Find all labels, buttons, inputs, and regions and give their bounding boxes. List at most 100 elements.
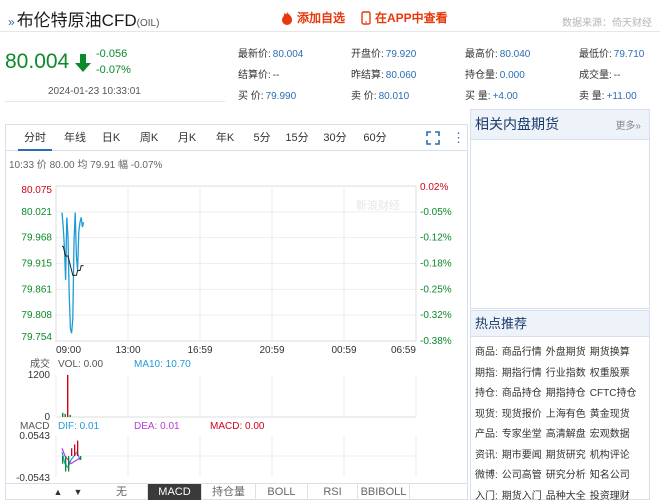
hot-link[interactable]: 外盘期货 bbox=[546, 347, 586, 358]
hot-link[interactable]: 公司高管 bbox=[502, 470, 542, 481]
hot-recommend-row: 微博: 公司高管 研究分析 知名公司 bbox=[475, 466, 630, 481]
quote-field: 昨结算: 80.060 bbox=[351, 66, 416, 81]
macd-bar bbox=[71, 448, 73, 456]
price-tick-label: 80.075 bbox=[21, 185, 52, 196]
time-tick-label: 16:59 bbox=[187, 345, 212, 356]
hot-link[interactable]: 品种大全 bbox=[546, 491, 586, 500]
quote-field: 卖 量: +11.00 bbox=[579, 87, 637, 102]
tab-indicator[interactable]: BBIBOLL bbox=[358, 484, 410, 500]
quote-field: 成交量: -- bbox=[579, 66, 620, 81]
hot-link[interactable]: 行业指数 bbox=[546, 368, 586, 379]
percent-tick-label: -0.18% bbox=[420, 259, 452, 270]
indicator-tabs: ▲ ▼ 无 MACD 持仓量 BOLL RSI BBIBOLL bbox=[6, 483, 467, 500]
hot-category-label: 入门: bbox=[475, 490, 498, 500]
macd-value: MACD: 0.00 bbox=[210, 421, 265, 432]
hot-link[interactable]: 研究分析 bbox=[546, 470, 586, 481]
volume-bar bbox=[64, 413, 66, 417]
hot-link[interactable]: 上海有色 bbox=[546, 409, 586, 420]
chart-panel: 分时 年线 日K 周K 月K 年K 5分 15分 30分 60分 ⋮ 10:33 价 80.00 … bbox=[5, 124, 468, 500]
hot-link[interactable]: CFTC持仓 bbox=[590, 388, 637, 399]
quote-field-value: -- bbox=[613, 70, 621, 81]
quote-field-value: 79.710 bbox=[613, 49, 645, 60]
watermark: 新浪财经 bbox=[356, 198, 400, 212]
quote-field-value: +11.00 bbox=[606, 91, 637, 102]
header: » 布伦特原油CFD(OIL) 添加自选 在APP中查看 数据来源：倚天财经 bbox=[0, 0, 660, 32]
quote-field: 最高价: 80.040 bbox=[465, 45, 530, 60]
hot-link[interactable]: 高清解盘 bbox=[546, 429, 586, 440]
percent-tick-label: -0.05% bbox=[420, 207, 452, 218]
instrument-marker-icon: » bbox=[8, 15, 15, 29]
tab-indicator[interactable]: RSI bbox=[308, 484, 358, 500]
scroll-down-button[interactable]: ▼ bbox=[70, 484, 86, 500]
quote-field: 最低价: 79.710 bbox=[579, 45, 644, 60]
quote-field-label: 买 价: bbox=[238, 91, 264, 102]
macd-dea: DEA: 0.01 bbox=[134, 421, 180, 432]
hot-link[interactable]: 期指持仓 bbox=[546, 388, 586, 399]
quote-field-label: 昨结算: bbox=[351, 70, 384, 81]
hot-link[interactable]: 机构评论 bbox=[590, 450, 630, 461]
hot-link[interactable]: 宏观数据 bbox=[590, 429, 630, 440]
add-favorite-label: 添加自选 bbox=[297, 11, 346, 25]
hot-link[interactable]: 现货报价 bbox=[502, 409, 542, 420]
price-tick-label: 79.915 bbox=[21, 259, 52, 270]
hot-link[interactable]: 商品行情 bbox=[502, 347, 542, 358]
percent-tick-label: -0.25% bbox=[420, 284, 452, 295]
percent-tick-label: -0.38% bbox=[420, 336, 452, 347]
instrument-code: (OIL) bbox=[136, 18, 160, 29]
price-tick-label: 79.754 bbox=[21, 332, 52, 343]
hot-category-label: 持仓: bbox=[475, 388, 498, 399]
quote-field-label: 卖 价: bbox=[351, 91, 377, 102]
quote-field: 持仓量: 0.000 bbox=[465, 66, 525, 81]
tab-indicator[interactable]: MACD bbox=[148, 484, 202, 500]
price-tick-label: 79.861 bbox=[21, 284, 52, 295]
quote-field: 结算价: -- bbox=[238, 66, 279, 81]
quote-field-value: 80.004 bbox=[272, 49, 304, 60]
hot-link[interactable]: 期市要闻 bbox=[502, 450, 542, 461]
tab-indicator[interactable]: 无 bbox=[96, 484, 148, 500]
more-link[interactable]: 更多» bbox=[615, 113, 641, 141]
related-futures-panel: 相关内盘期货 更多» bbox=[470, 109, 650, 309]
percent-tick-label: -0.12% bbox=[420, 233, 452, 244]
hot-recommend-row: 入门: 期货入门 品种大全 投资理财 bbox=[475, 487, 630, 500]
quote-field-value: 0.000 bbox=[499, 70, 525, 81]
hot-link[interactable]: 期货入门 bbox=[502, 491, 542, 500]
hot-link[interactable]: 商品持仓 bbox=[502, 388, 542, 399]
time-tick-label: 06:59 bbox=[391, 345, 416, 356]
open-in-app-button[interactable]: 在APP中查看 bbox=[360, 9, 448, 26]
quote-field-label: 最高价: bbox=[465, 49, 498, 60]
flame-icon bbox=[282, 11, 292, 25]
quote-field-value: 80.060 bbox=[385, 70, 417, 81]
tab-indicator[interactable]: 持仓量 bbox=[202, 484, 256, 500]
macd-tick-label: 0.0543 bbox=[19, 431, 50, 442]
quote-field: 卖 价: 80.010 bbox=[351, 87, 409, 102]
hot-link[interactable]: 权重股票 bbox=[590, 368, 630, 379]
quote-field-value: +4.00 bbox=[492, 91, 518, 102]
macd-bar bbox=[77, 440, 79, 456]
volume-bar bbox=[69, 414, 71, 417]
quote-field-value: 80.010 bbox=[378, 91, 410, 102]
percent-tick-label: 0.02% bbox=[420, 182, 448, 193]
quote-field-value: 79.990 bbox=[265, 91, 297, 102]
volume-value: VOL: 0.00 bbox=[58, 359, 103, 370]
instrument-title: » 布伦特原油CFD(OIL) bbox=[8, 6, 159, 31]
hot-recommend-row: 持仓: 商品持仓 期指持仓 CFTC持仓 bbox=[475, 384, 636, 399]
quote-field: 开盘价: 79.920 bbox=[351, 45, 416, 60]
hot-recommend-row: 商品: 商品行情 外盘期货 期货换算 bbox=[475, 343, 630, 358]
divider bbox=[5, 101, 225, 102]
add-favorite-button[interactable]: 添加自选 bbox=[280, 9, 345, 26]
hot-link[interactable]: 知名公司 bbox=[590, 470, 630, 481]
open-in-app-label: 在APP中查看 bbox=[375, 11, 448, 25]
quote-field-label: 结算价: bbox=[238, 70, 271, 81]
hot-link[interactable]: 投资理财 bbox=[590, 491, 630, 500]
hot-link[interactable]: 期货研究 bbox=[546, 450, 586, 461]
hot-link[interactable]: 专家坐堂 bbox=[502, 429, 542, 440]
hot-link[interactable]: 期指行情 bbox=[502, 368, 542, 379]
hot-link[interactable]: 黄金现货 bbox=[590, 409, 630, 420]
scroll-up-button[interactable]: ▲ bbox=[50, 484, 66, 500]
macd-bar bbox=[68, 456, 70, 472]
quote-field: 买 量: +4.00 bbox=[465, 87, 518, 102]
hot-link[interactable]: 期货换算 bbox=[590, 347, 630, 358]
macd-dif: DIF: 0.01 bbox=[58, 421, 100, 432]
percent-tick-label: -0.32% bbox=[420, 310, 452, 321]
tab-indicator[interactable]: BOLL bbox=[256, 484, 308, 500]
